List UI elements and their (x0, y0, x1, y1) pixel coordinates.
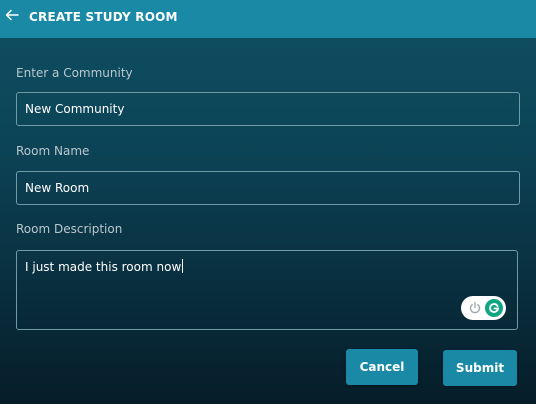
top-bar: CREATE STUDY ROOM (0, 0, 536, 38)
page-title: CREATE STUDY ROOM (29, 10, 178, 24)
submit-button[interactable]: Submit (443, 350, 517, 386)
arrow-left-icon (5, 9, 19, 21)
text-cursor (182, 259, 184, 273)
room-name-input[interactable]: New Room (16, 171, 520, 205)
community-label: Enter a Community (16, 66, 133, 80)
cancel-button-label: Cancel (359, 360, 405, 374)
room-name-input-value: New Room (25, 181, 90, 195)
room-description-label: Room Description (16, 222, 123, 236)
room-description-textarea[interactable]: I just made this room now (16, 250, 518, 330)
grammarly-widget[interactable] (461, 296, 506, 320)
community-input[interactable]: New Community (16, 92, 520, 126)
submit-button-label: Submit (455, 361, 505, 375)
room-name-label: Room Name (16, 144, 90, 158)
back-button[interactable] (4, 6, 20, 24)
community-input-value: New Community (25, 102, 125, 116)
grammarly-g-icon[interactable] (485, 299, 503, 317)
cancel-button[interactable]: Cancel (346, 349, 418, 385)
room-description-value: I just made this room now (25, 260, 182, 274)
power-icon[interactable] (468, 301, 482, 315)
g-glyph-icon (489, 303, 500, 313)
